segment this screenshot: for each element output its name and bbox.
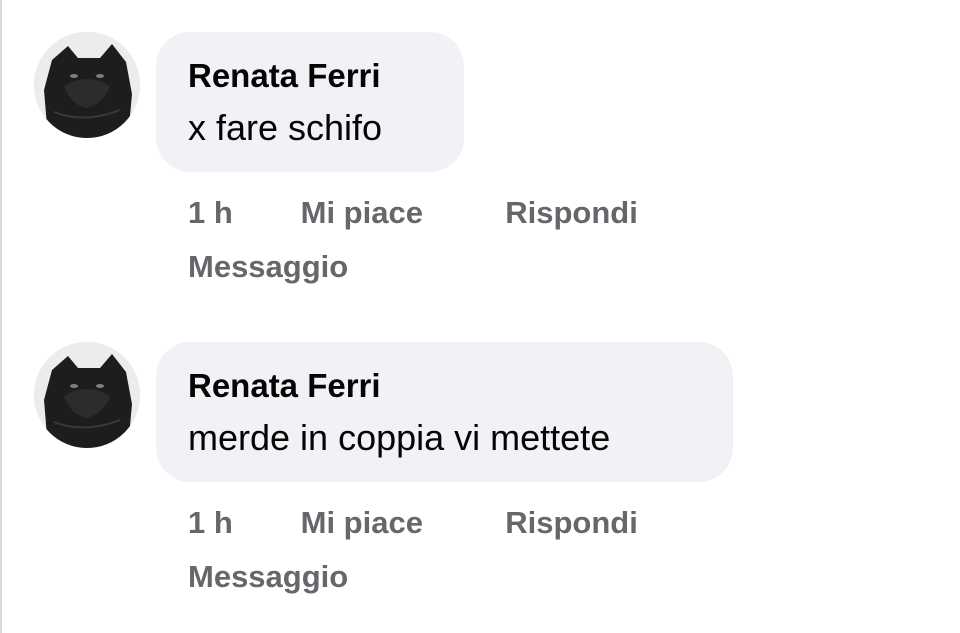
cat-avatar-icon xyxy=(34,342,140,448)
comment-text: x fare schifo xyxy=(188,107,383,148)
comment-actions: 1 h Mi piace Rispondi Messaggio xyxy=(188,502,638,598)
comment-author[interactable]: Renata Ferri xyxy=(188,56,432,96)
comment-actions: 1 h Mi piace Rispondi Messaggio xyxy=(188,192,638,288)
like-button[interactable]: Mi piace xyxy=(301,502,497,544)
message-button[interactable]: Messaggio xyxy=(188,249,348,284)
comment-timestamp[interactable]: 1 h xyxy=(188,192,292,234)
avatar[interactable] xyxy=(34,32,140,138)
comment-bubble: Renata Ferri x fare schifo xyxy=(156,32,464,172)
reply-button[interactable]: Rispondi xyxy=(505,192,638,234)
like-button[interactable]: Mi piace xyxy=(301,192,497,234)
left-border xyxy=(0,0,2,633)
comment-author[interactable]: Renata Ferri xyxy=(188,366,701,406)
cat-avatar-icon xyxy=(34,32,140,138)
comment-thread: Renata Ferri x fare schifo 1 h Mi piace … xyxy=(0,0,960,633)
message-button[interactable]: Messaggio xyxy=(188,559,348,594)
avatar[interactable] xyxy=(34,342,140,448)
comment-timestamp[interactable]: 1 h xyxy=(188,502,292,544)
comment-bubble: Renata Ferri merde in coppia vi mettete xyxy=(156,342,733,482)
comment-text: merde in coppia vi mettete xyxy=(188,417,611,458)
reply-button[interactable]: Rispondi xyxy=(505,502,638,544)
